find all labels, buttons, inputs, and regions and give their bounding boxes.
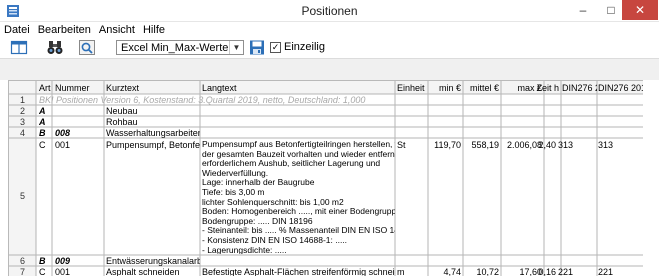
minimize-button[interactable]: – [570, 0, 596, 20]
maximize-button[interactable]: □ [598, 0, 624, 20]
cell-din2008: 313 [558, 140, 574, 150]
cell-zeit: 2,40 [538, 140, 556, 150]
column-header-kurztext[interactable]: Kurztext [106, 83, 200, 93]
cell-mittel: 558,19 [471, 140, 499, 150]
cell-nummer: 001 [55, 140, 71, 150]
cell-art: B [39, 128, 46, 138]
menu-hilfe[interactable]: Hilfe [143, 24, 165, 36]
cell-din2008: 221 [558, 267, 574, 276]
cell-art: C [39, 267, 46, 276]
cell-einheit: St [397, 140, 406, 150]
cell-einheit: m [397, 267, 405, 276]
columns-icon[interactable] [10, 39, 28, 56]
cell-langtext: Befestigte Asphalt-Flächen streifenförmi… [202, 267, 395, 276]
column-header-nummer[interactable]: Nummer [55, 83, 104, 93]
column-header-zeit[interactable]: Zeit h [530, 83, 561, 93]
cell-kurztext: Pumpensumpf, Betonfertigteil [106, 140, 200, 150]
single-line-checkbox[interactable]: ✓ Einzeilig [270, 41, 325, 53]
close-button[interactable]: ✕ [622, 0, 658, 20]
row-number[interactable]: 2 [9, 106, 36, 116]
cell-kurztext: Asphalt schneiden [106, 267, 180, 276]
row-number[interactable]: 4 [9, 128, 36, 138]
row-number[interactable]: 5 [9, 191, 36, 201]
cell-art: A [39, 106, 46, 116]
export-format-select[interactable]: Excel Min_Max-Werte ▼ [116, 40, 244, 55]
cell-min: 4,74 [443, 267, 461, 276]
column-header-langtext[interactable]: Langtext [202, 83, 395, 93]
menu-bearbeiten[interactable]: Bearbeiten [38, 24, 91, 36]
binoculars-icon[interactable] [46, 39, 64, 56]
cell-kurztext: Wasserhaltungsarbeiten [106, 128, 200, 138]
column-header-einheit[interactable]: Einheit [397, 83, 428, 93]
menu-bar: Datei Bearbeiten Ansicht Hilfe [0, 22, 659, 37]
version-note: BKI Positionen Version 6, Kostenstand: 3… [39, 95, 366, 105]
cell-nummer: 009 [55, 256, 71, 266]
cell-art: A [39, 117, 46, 127]
toolbar: Excel Min_Max-Werte ▼ ✓ Einzeilig [0, 37, 659, 58]
toolbar-separator-band [0, 58, 659, 80]
title-bar: Positionen – □ ✕ [0, 0, 659, 22]
column-header-min[interactable]: min € [428, 83, 463, 93]
row-number[interactable]: 7 [9, 267, 36, 276]
window-title: Positionen [301, 4, 358, 18]
column-header-mittel[interactable]: mittel € [463, 83, 501, 93]
cell-mittel: 10,72 [476, 267, 499, 276]
cell-kurztext: Neubau [106, 106, 138, 116]
row-number[interactable]: 3 [9, 117, 36, 127]
column-header-art[interactable]: Art [39, 83, 52, 93]
cell-min: 119,70 [434, 140, 461, 150]
save-icon[interactable] [248, 39, 266, 56]
cell-kurztext: Rohbau [106, 117, 138, 127]
vertical-scrollbar[interactable] [643, 80, 651, 276]
checkmark-icon[interactable]: ✓ [270, 41, 281, 53]
row-number[interactable]: 1 [9, 95, 36, 105]
cell-nummer: 008 [55, 128, 71, 138]
search-icon[interactable] [78, 39, 96, 56]
cell-langtext: Pumpensumpf aus Betonfertigteilringen he… [202, 140, 395, 254]
cell-nummer: 001 [55, 267, 71, 276]
single-line-label: Einzeilig [284, 41, 325, 53]
export-format-value: Excel Min_Max-Werte [121, 41, 229, 54]
chevron-down-icon[interactable]: ▼ [229, 41, 243, 54]
menu-datei[interactable]: Datei [4, 24, 30, 36]
row-number[interactable]: 6 [9, 256, 36, 266]
menu-ansicht[interactable]: Ansicht [99, 24, 135, 36]
cell-zeit: 0,16 [538, 267, 556, 276]
cell-art: B [39, 256, 46, 266]
cell-art: C [39, 140, 46, 150]
cell-kurztext: Entwässerungskanalarbeiten [106, 256, 200, 266]
column-header-din2008[interactable]: DIN276 2008 [562, 83, 597, 93]
positions-table[interactable]: Art Nummer Kurztext Langtext Einheit min… [8, 80, 651, 276]
